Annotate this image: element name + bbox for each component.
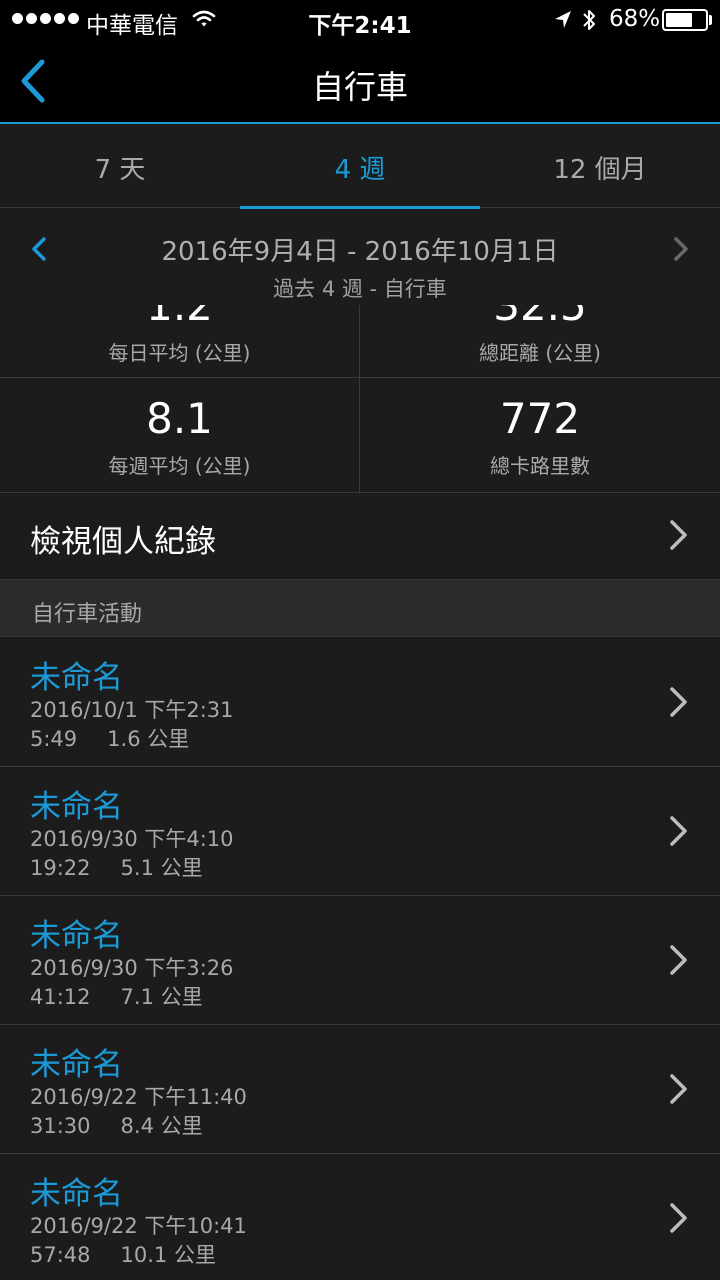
nav-bar: 自行車 [0, 40, 720, 124]
activity-meta: 5:49 1.6 公里 [30, 723, 189, 753]
battery-icon [662, 9, 708, 31]
stat-value: 8.1 [146, 394, 213, 443]
activity-duration: 19:22 [30, 856, 91, 880]
activity-meta: 57:48 10.1 公里 [30, 1239, 216, 1269]
activity-duration: 31:30 [30, 1114, 91, 1138]
stat-label: 總距離 (公里) [479, 341, 601, 365]
date-range-selector: 2016年9月4日 - 2016年10月1日 過去 4 週 - 自行車 [0, 209, 720, 305]
activity-name: 未命名 [30, 1176, 123, 1212]
page-title: 自行車 [311, 68, 408, 106]
activity-name: 未命名 [30, 660, 123, 696]
activity-meta: 41:12 7.1 公里 [30, 981, 203, 1011]
stat-label: 每週平均 (公里) [108, 454, 251, 478]
tab-4-weeks[interactable]: 4 週 [240, 126, 480, 209]
activity-row[interactable]: 未命名 2016/9/22 下午10:41 57:48 10.1 公里 [0, 1154, 720, 1280]
activity-distance: 5.1 公里 [120, 856, 203, 880]
date-range-subtitle: 過去 4 週 - 自行車 [273, 277, 447, 301]
period-tabs: 7 天 4 週 12 個月 [0, 126, 720, 209]
location-arrow-icon [553, 9, 573, 35]
chevron-right-icon [668, 1072, 690, 1110]
tab-12-months[interactable]: 12 個月 [480, 126, 720, 208]
stat-value: 1.2 [146, 305, 213, 330]
activity-meta: 31:30 8.4 公里 [30, 1110, 203, 1140]
activity-name: 未命名 [30, 789, 123, 825]
stat-weekly-average: 8.1 每週平均 (公里) [0, 378, 360, 492]
activity-row[interactable]: 未命名 2016/9/30 下午4:10 19:22 5.1 公里 [0, 767, 720, 896]
screen: 中華電信 下午2:41 68% 自行車 7 天 4 週 12 個月 2016年9… [0, 0, 720, 1280]
activity-name: 未命名 [30, 918, 123, 954]
stat-total-distance: 32.5 總距離 (公里) [360, 305, 720, 377]
activity-row[interactable]: 未命名 2016/9/30 下午3:26 41:12 7.1 公里 [0, 896, 720, 1025]
chevron-right-icon [668, 685, 690, 723]
battery-tip [709, 15, 712, 25]
stat-daily-average: 1.2 每日平均 (公里) [0, 305, 360, 377]
chevron-right-icon [668, 1201, 690, 1239]
activity-datetime: 2016/9/22 下午10:41 [30, 1214, 247, 1238]
activity-list: 未命名 2016/10/1 下午2:31 5:49 1.6 公里 未命名 2016… [0, 638, 720, 1280]
activity-distance: 7.1 公里 [120, 985, 203, 1009]
activity-duration: 41:12 [30, 985, 91, 1009]
stats-row: 8.1 每週平均 (公里) 772 總卡路里數 [0, 378, 720, 493]
bluetooth-icon [581, 7, 597, 37]
status-bar: 中華電信 下午2:41 68% [0, 0, 720, 40]
stats-grid: 1.2 每日平均 (公里) 32.5 總距離 (公里) 8.1 每週平均 (公里… [0, 305, 720, 493]
chevron-right-icon [668, 814, 690, 852]
activity-row[interactable]: 未命名 2016/9/22 下午11:40 31:30 8.4 公里 [0, 1025, 720, 1154]
activity-distance: 1.6 公里 [107, 727, 190, 751]
chevron-right-icon [668, 518, 690, 556]
view-personal-records-row[interactable]: 檢視個人紀錄 [0, 494, 720, 578]
battery-level [666, 13, 692, 27]
section-header: 自行車活動 [0, 579, 720, 637]
date-range-title: 2016年9月4日 - 2016年10月1日 [161, 237, 559, 267]
activity-distance: 8.4 公里 [120, 1114, 203, 1138]
activity-duration: 57:48 [30, 1243, 91, 1267]
next-period-button[interactable] [666, 229, 696, 269]
chevron-right-icon [668, 943, 690, 981]
stat-total-calories: 772 總卡路里數 [360, 378, 720, 492]
activity-datetime: 2016/9/30 下午3:26 [30, 956, 234, 980]
stat-label: 總卡路里數 [490, 454, 590, 478]
stat-value: 32.5 [493, 305, 587, 330]
activity-duration: 5:49 [30, 727, 78, 751]
battery-percent: 68% [609, 6, 661, 32]
activity-distance: 10.1 公里 [120, 1243, 216, 1267]
stat-value: 772 [499, 394, 581, 443]
activity-name: 未命名 [30, 1047, 123, 1083]
activity-datetime: 2016/9/22 下午11:40 [30, 1085, 247, 1109]
tab-7-days[interactable]: 7 天 [0, 126, 240, 208]
stat-label: 每日平均 (公里) [108, 341, 251, 365]
activity-datetime: 2016/9/30 下午4:10 [30, 827, 234, 851]
activity-meta: 19:22 5.1 公里 [30, 852, 203, 882]
activity-datetime: 2016/10/1 下午2:31 [30, 698, 234, 722]
personal-records-label: 檢視個人紀錄 [30, 524, 216, 560]
section-title: 自行車活動 [32, 602, 143, 627]
activity-row[interactable]: 未命名 2016/10/1 下午2:31 5:49 1.6 公里 [0, 638, 720, 767]
stats-row: 1.2 每日平均 (公里) 32.5 總距離 (公里) [0, 305, 720, 378]
chevron-right-icon [674, 237, 688, 261]
